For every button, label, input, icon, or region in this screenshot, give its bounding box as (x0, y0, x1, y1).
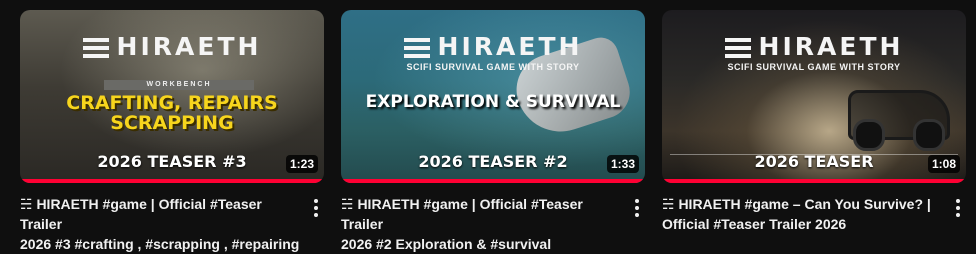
thumbnail-teaser-text: 2026 TEASER (754, 152, 874, 171)
video-duration: 1:23 (285, 155, 318, 173)
video-title-line-1: ☵ HIRAETH #game | Official #Teaser Trail… (20, 196, 262, 232)
watch-progress-bar (20, 179, 324, 183)
video-card-2[interactable]: HIRAETH SCIFI SURVIVAL GAME WITH STORY E… (341, 10, 645, 252)
video-card-3[interactable]: HIRAETH SCIFI SURVIVAL GAME WITH STORY 2… (662, 10, 966, 232)
hiraeth-logo-icon (724, 38, 751, 58)
video-title-line-2: 2026 #2 Exploration & #survival (341, 236, 552, 252)
video-title[interactable]: ☵ HIRAETH #game | Official #Teaser Trail… (20, 194, 302, 254)
video-title-line-2: Official #Teaser Trailer 2026 (662, 216, 847, 232)
video-title-line-2: 2026 #3 #crafting , #scrapping , #repair… (20, 236, 300, 252)
video-title-line-1: ☵ HIRAETH #game – Can You Survive? | (662, 196, 931, 212)
video-thumbnail[interactable]: HIRAETH SCIFI SURVIVAL GAME WITH STORY E… (341, 10, 645, 183)
video-title-line-1: ☵ HIRAETH #game | Official #Teaser Trail… (341, 196, 583, 232)
thumbnail-logo: HIRAETH (20, 32, 324, 61)
watch-progress-bar (341, 179, 645, 183)
video-duration: 1:08 (927, 155, 960, 173)
workbench-sign: WORKBENCH (104, 80, 254, 90)
thumbnail-subtitle: SCIFI SURVIVAL GAME WITH STORY (727, 62, 901, 72)
video-duration: 1:33 (606, 155, 639, 173)
video-card-1[interactable]: HIRAETH WORKBENCH CRAFTING, REPAIRS SCRA… (20, 10, 324, 252)
video-thumbnail[interactable]: HIRAETH SCIFI SURVIVAL GAME WITH STORY 2… (662, 10, 966, 183)
more-vert-icon[interactable] (629, 197, 645, 219)
thumbnail-teaser-text: 2026 TEASER #2 (418, 152, 568, 171)
thumbnail-teaser-text: 2026 TEASER #3 (97, 152, 247, 171)
more-vert-icon[interactable] (308, 197, 324, 219)
video-title[interactable]: ☵ HIRAETH #game | Official #Teaser Trail… (341, 194, 623, 254)
more-vert-icon[interactable] (950, 197, 966, 219)
hiraeth-logo-icon (82, 38, 109, 58)
thumbnail-headline: EXPLORATION & SURVIVAL (365, 92, 621, 112)
thumbnail-headline: CRAFTING, REPAIRS SCRAPPING (20, 92, 324, 134)
watch-progress-bar (662, 179, 966, 183)
left-edge (0, 0, 8, 241)
thumbnail-subtitle: SCIFI SURVIVAL GAME WITH STORY (406, 62, 580, 72)
video-thumbnail[interactable]: HIRAETH WORKBENCH CRAFTING, REPAIRS SCRA… (20, 10, 324, 183)
video-title[interactable]: ☵ HIRAETH #game – Can You Survive? | Off… (662, 194, 944, 234)
thumbnail-logo: HIRAETH (341, 32, 645, 61)
headline-line-2: SCRAPPING (110, 111, 234, 134)
hiraeth-logo-icon (403, 38, 430, 58)
headline-line-1: CRAFTING, REPAIRS (66, 92, 278, 114)
thumbnail-logo: HIRAETH (662, 32, 966, 61)
buggy-vehicle-image (848, 90, 950, 151)
